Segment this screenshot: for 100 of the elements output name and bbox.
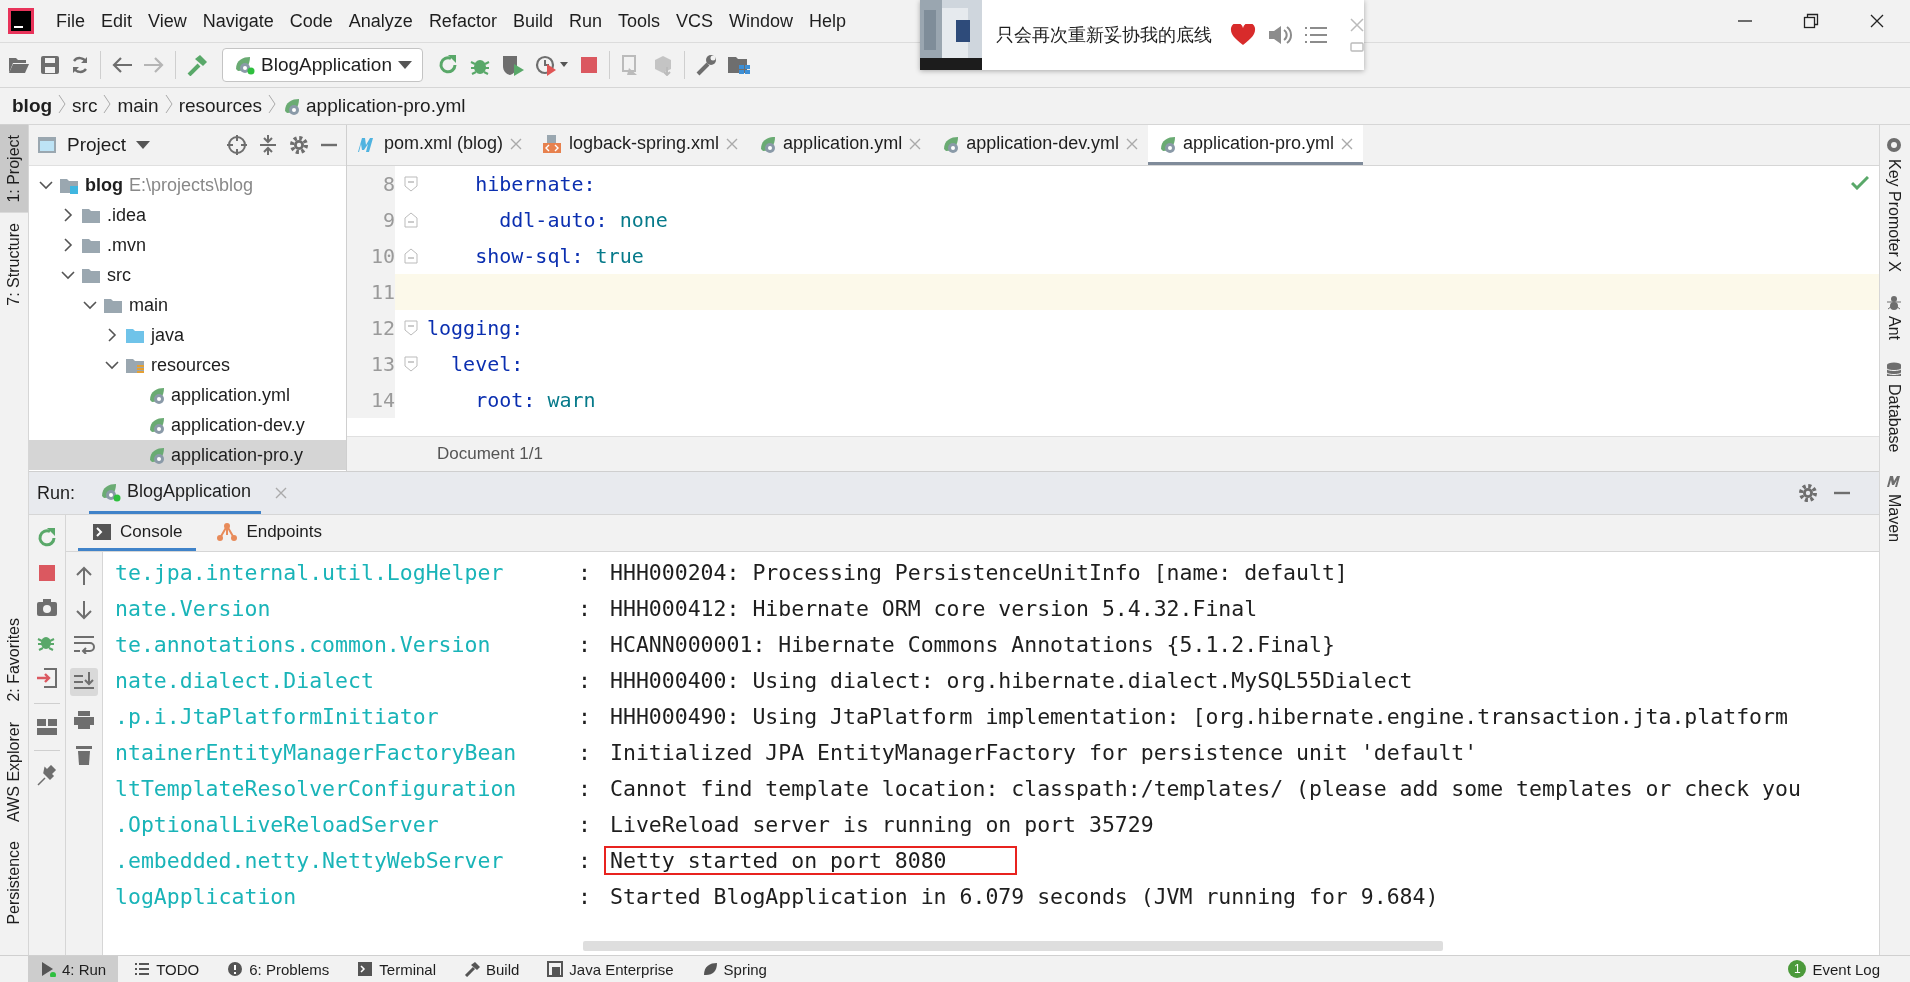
- menu-item[interactable]: Edit: [93, 10, 141, 32]
- tool-window-tab[interactable]: Persistence: [0, 831, 28, 935]
- menu-item[interactable]: Help: [801, 10, 855, 32]
- run-tab[interactable]: BlogApplication: [89, 472, 262, 514]
- yaml-key: root:: [427, 388, 536, 412]
- breadcrumb-item[interactable]: main: [117, 95, 159, 117]
- tool-window-tab[interactable]: Spring: [689, 956, 779, 982]
- menu-item[interactable]: Refactor: [420, 10, 505, 32]
- menu-item[interactable]: View: [140, 10, 195, 32]
- logger-name: te.annotations.common.Version: [114, 631, 492, 657]
- tool-window-tab[interactable]: 7: Structure: [0, 212, 28, 316]
- yaml-key: hibernate:: [427, 172, 596, 196]
- separator: :: [578, 595, 592, 621]
- separator: :: [578, 559, 592, 585]
- breadcrumb-item[interactable]: application-pro.yml: [282, 95, 466, 117]
- menu-item[interactable]: Code: [281, 10, 341, 32]
- yaml-value: true: [594, 244, 644, 268]
- separator: :: [578, 631, 592, 657]
- log-message: HHH000412: Hibernate ORM core version 5.4.32.Final: [609, 594, 1259, 623]
- tree-item[interactable]: src: [29, 260, 346, 290]
- yaml-key: level:: [427, 352, 524, 376]
- log-message: HHH000400: Using dialect: org.hibernate.dialect.MySQL55Dialect: [609, 666, 1414, 695]
- tool-window-tab[interactable]: Java Enterprise: [535, 956, 686, 982]
- tool-window-tab[interactable]: 6: Problems: [215, 956, 342, 982]
- editor-tab[interactable]: logback-spring.xml: [532, 125, 749, 165]
- event-log-button[interactable]: 1 Event Log: [1788, 960, 1910, 978]
- tree-item[interactable]: resources: [29, 350, 346, 380]
- separator: :: [578, 739, 592, 765]
- menu-item[interactable]: VCS: [668, 10, 721, 32]
- yaml-key: show-sql:: [427, 244, 584, 268]
- log-message: HCANN000001: Hibernate Commons Annotations {5.1.2.Final}: [609, 630, 1336, 659]
- separator: :: [578, 667, 592, 693]
- line-number: 13: [347, 346, 395, 382]
- breadcrumb-item[interactable]: blog: [12, 95, 53, 117]
- status-text: Document 1/1: [347, 436, 1879, 471]
- run-configuration-dropdown[interactable]: BlogApplication: [222, 48, 423, 82]
- panel-title: Run:: [37, 482, 76, 504]
- log-message: LiveReload server is running on port 35729: [609, 810, 1155, 839]
- panel-title[interactable]: Project: [67, 134, 127, 156]
- tool-window-tab[interactable]: 2: Favorites: [0, 607, 28, 712]
- editor-tab[interactable]: application.yml: [748, 125, 932, 165]
- log-message: Initialized JPA EntityManagerFactory for persistence unit 'default': [609, 738, 1479, 767]
- yaml-key: logging:: [427, 316, 524, 340]
- menu-item[interactable]: File: [48, 10, 93, 32]
- tool-window-tab[interactable]: Terminal: [345, 956, 448, 982]
- menu-item[interactable]: Analyze: [340, 10, 421, 32]
- tool-window-tab[interactable]: 4: Run: [28, 956, 119, 982]
- tool-window-tab[interactable]: Key Promoter X: [1880, 135, 1908, 274]
- breadcrumb-item[interactable]: resources: [178, 95, 263, 117]
- menu-item[interactable]: Navigate: [194, 10, 282, 32]
- tool-window-tab[interactable]: Database: [1880, 359, 1908, 455]
- tool-window-tab[interactable]: TODO: [122, 956, 212, 982]
- separator: :: [578, 811, 592, 837]
- tool-window-tab[interactable]: Build: [452, 956, 532, 982]
- yaml-value: warn: [546, 388, 596, 412]
- separator: :: [578, 775, 592, 801]
- notification-count: 1: [1788, 960, 1807, 978]
- logger-name: .embedded.netty.NettyWebServer: [114, 847, 505, 873]
- line-number: 8: [347, 166, 395, 202]
- tree-item[interactable]: .mvn: [29, 230, 346, 260]
- logger-name: nate.Version: [114, 595, 272, 621]
- tree-item[interactable]: application.yml: [29, 380, 346, 410]
- breadcrumb-item[interactable]: src: [72, 95, 98, 117]
- tree-item[interactable]: java: [29, 320, 346, 350]
- editor-tab[interactable]: pom.xml (blog): [347, 125, 533, 165]
- logger-name: ltTemplateResolverConfiguration: [114, 775, 518, 801]
- logger-name: .OptionalLiveReloadServer: [114, 811, 440, 837]
- log-message: HHH000204: Processing PersistenceUnitInfo [name: default]: [609, 558, 1349, 587]
- yaml-value: none: [618, 208, 668, 232]
- tree-item[interactable]: blog E:\projects\blog: [29, 170, 346, 200]
- tree-item[interactable]: .idea: [29, 200, 346, 230]
- menu-item[interactable]: Build: [504, 10, 561, 32]
- log-message: Cannot find template location: classpath:/templates/ (please add some templates or check you: [609, 774, 1802, 803]
- separator: :: [578, 703, 592, 729]
- tree-item[interactable]: application-dev.y: [29, 410, 346, 440]
- line-number: 14: [347, 382, 395, 418]
- highlighted-log-message: Netty started on port 8080: [604, 845, 1017, 875]
- yaml-key: ddl-auto:: [427, 208, 608, 232]
- logger-name: .p.i.JtaPlatformInitiator: [114, 703, 440, 729]
- tool-window-tab[interactable]: Ant: [1880, 291, 1908, 342]
- line-number: 10: [347, 238, 395, 274]
- line-number: 12: [347, 310, 395, 346]
- logger-name: logApplication: [114, 883, 298, 909]
- tool-window-tab[interactable]: AWS Explorer: [0, 711, 28, 832]
- console-tab[interactable]: Endpoints: [202, 515, 336, 551]
- log-message: Started BlogApplication in 6.079 seconds (JVM running for 9.684): [609, 882, 1440, 911]
- tool-window-tab[interactable]: Maven: [1880, 472, 1908, 545]
- menu-item[interactable]: Run: [560, 10, 610, 32]
- menu-item[interactable]: Tools: [609, 10, 668, 32]
- menu-item[interactable]: Window: [721, 10, 802, 32]
- logger-name: te.jpa.internal.util.LogHelper: [114, 559, 505, 585]
- separator: :: [578, 847, 592, 873]
- song-title: 只会再次重新妥协我的底线: [996, 24, 1212, 47]
- editor-tab[interactable]: application-pro.yml: [1147, 125, 1363, 165]
- log-message: HHH000490: Using JtaPlatform implementation: [org.hibernate.engine.transaction.jta.platform: [609, 702, 1789, 731]
- editor-tab[interactable]: application-dev.yml: [931, 125, 1148, 165]
- tool-window-tab[interactable]: 1: Project: [0, 125, 28, 213]
- tree-item[interactable]: main: [29, 290, 346, 320]
- line-number: 9: [347, 202, 395, 238]
- tree-item[interactable]: application-pro.y: [29, 440, 346, 470]
